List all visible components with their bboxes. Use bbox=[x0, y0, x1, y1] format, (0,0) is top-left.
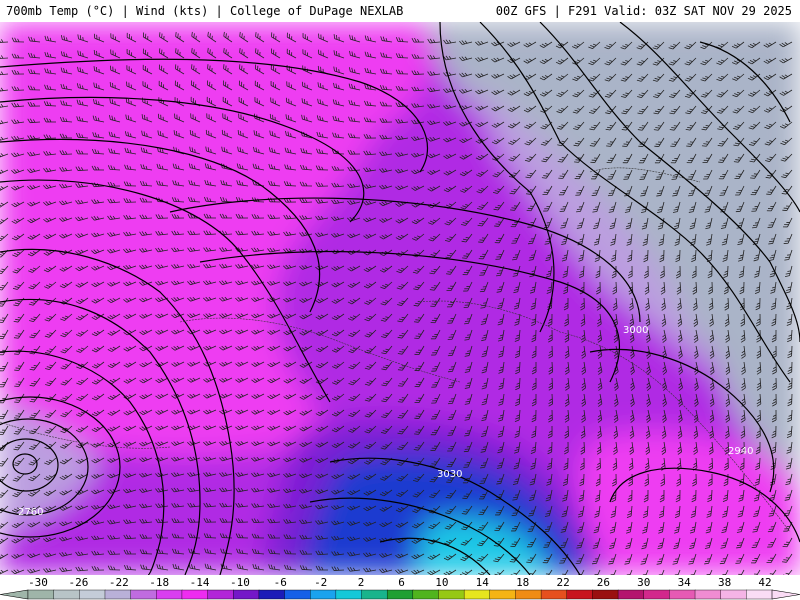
colorbar-swatch bbox=[412, 589, 440, 600]
colorbar-swatch bbox=[156, 589, 183, 600]
temperature-wind-map: 3000 2940 3030 2760 bbox=[0, 22, 800, 575]
colorbar-tick-label: -26 bbox=[68, 576, 89, 589]
colorbar-swatch bbox=[104, 589, 132, 600]
colorbar-tick-label: -14 bbox=[189, 576, 210, 589]
colorbar-swatch bbox=[720, 589, 748, 600]
contour-label: 3000 bbox=[623, 325, 648, 336]
colorbar-swatch bbox=[53, 589, 81, 600]
colorbar-swatch bbox=[592, 589, 619, 600]
colorbar-swatch bbox=[284, 589, 311, 600]
colorbar-tick-label: 34 bbox=[677, 576, 691, 589]
colorbar-swatch bbox=[335, 589, 363, 600]
map-header: 700mb Temp (°C) | Wind (kts) | College o… bbox=[0, 0, 800, 22]
colorbar-tick-label: 14 bbox=[475, 576, 489, 589]
colorbar-swatch bbox=[207, 589, 234, 600]
colorbar-swatch bbox=[694, 589, 722, 600]
colorbar-swatch bbox=[361, 589, 388, 600]
colorbar-tick-label: 22 bbox=[556, 576, 570, 589]
colorbar-tick-label: 6 bbox=[398, 576, 405, 589]
colorbar-tick-label: 42 bbox=[758, 576, 772, 589]
colorbar-swatch bbox=[79, 589, 106, 600]
map-title: 700mb Temp (°C) | Wind (kts) | College o… bbox=[6, 4, 404, 18]
colorbar-tick-label: -6 bbox=[273, 576, 287, 589]
colorbar-swatch bbox=[463, 589, 491, 600]
colorbar-swatch bbox=[643, 589, 671, 600]
contour-label: 2760 bbox=[18, 507, 43, 518]
colorbar-tick-label: -2 bbox=[314, 576, 328, 589]
colorbar-tick-labels: -30 -26 -22 -18 -14 -10 -6 -2 2 6 10 14 18 22 26 30 34 38… bbox=[0, 575, 800, 589]
colorbar-tick-label: 30 bbox=[637, 576, 651, 589]
weather-map-page: 700mb Temp (°C) | Wind (kts) | College o… bbox=[0, 0, 800, 600]
colorbar-swatch bbox=[233, 589, 260, 600]
colorbar-swatch bbox=[669, 589, 696, 600]
contour-label: 3030 bbox=[437, 469, 462, 480]
colorbar-swatch bbox=[181, 589, 209, 600]
colorbar-tick-label: 26 bbox=[596, 576, 611, 589]
colorbar-tick-label: 2 bbox=[357, 576, 365, 589]
colorbar-swatch bbox=[27, 589, 55, 600]
contour-label: 2940 bbox=[728, 446, 753, 457]
colorbar-tick-label: -10 bbox=[229, 576, 250, 589]
temperature-colorbar bbox=[0, 589, 800, 600]
colorbar-tick-label: 38 bbox=[717, 576, 732, 589]
colorbar-tick-label: -18 bbox=[149, 576, 170, 589]
colorbar-swatch bbox=[540, 589, 568, 600]
colorbar-tick-label: -22 bbox=[108, 576, 129, 589]
map-panel: 3000 2940 3030 2760 bbox=[0, 22, 800, 575]
colorbar-arrow-left bbox=[0, 589, 29, 600]
colorbar-tick-label: 18 bbox=[516, 576, 530, 589]
colorbar-swatch bbox=[515, 589, 542, 600]
colorbar-swatch bbox=[566, 589, 594, 600]
colorbar-swatch bbox=[130, 589, 157, 600]
colorbar-tick-label: 10 bbox=[435, 576, 449, 589]
colorbar-swatch bbox=[258, 589, 286, 600]
colorbar-arrow-right bbox=[771, 589, 800, 600]
colorbar-swatch bbox=[438, 589, 465, 600]
colorbar-swatch bbox=[617, 589, 645, 600]
colorbar-swatch bbox=[489, 589, 517, 600]
colorbar-swatch bbox=[310, 589, 337, 600]
colorbar-swatch bbox=[746, 589, 773, 600]
colorbar-swatch bbox=[386, 589, 414, 600]
colorbar-tick-label: -30 bbox=[28, 576, 48, 589]
model-run-valid-time: 00Z GFS | F291 Valid: 03Z SAT NOV 29 202… bbox=[495, 4, 792, 18]
